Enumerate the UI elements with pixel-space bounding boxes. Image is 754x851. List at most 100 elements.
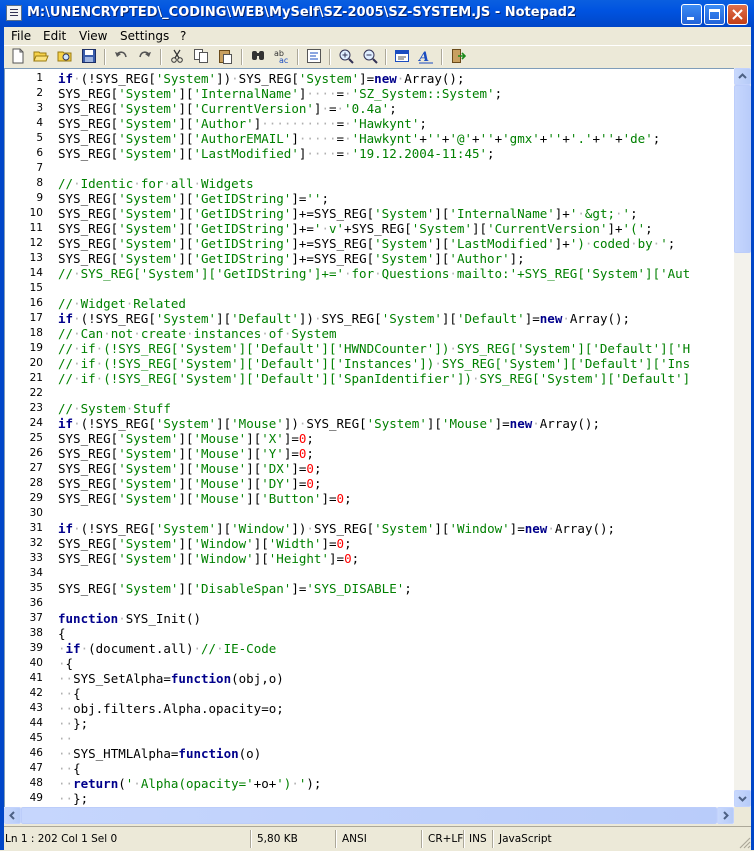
close-button[interactable] (727, 4, 748, 25)
scroll-right-button[interactable] (717, 807, 734, 824)
vertical-scrollbar[interactable] (734, 68, 751, 807)
zoom-out-button[interactable] (362, 48, 378, 64)
code-line[interactable]: 2 SYS_REG['System']['InternalName']····=·… (5, 86, 735, 101)
scheme-button[interactable] (394, 48, 410, 64)
line-number: 48 (29, 777, 43, 789)
code-line[interactable]: 23 //·System·Stuff (5, 401, 735, 416)
replace-button[interactable]: ab ac (274, 48, 290, 64)
horizontal-scrollbar[interactable] (4, 807, 734, 824)
line-number: 39 (29, 642, 43, 654)
code-line[interactable]: 37 function·SYS_Init() (5, 611, 735, 626)
code-line[interactable]: 22 (5, 386, 735, 401)
code-line[interactable]: 1 if·(!SYS_REG['System'])·SYS_REG['System… (5, 71, 735, 86)
maximize-button[interactable] (704, 4, 725, 25)
copy-button[interactable] (193, 48, 209, 64)
code-line[interactable]: 35 SYS_REG['System']['DisableSpan']='SYS_… (5, 581, 735, 596)
code-line[interactable]: 12 SYS_REG['System']['GetIDString']+=SYS_… (5, 236, 735, 251)
code-line[interactable]: 15 (5, 281, 735, 296)
code-line[interactable]: 11 SYS_REG['System']['GetIDString']+='·v'… (5, 221, 735, 236)
code-line[interactable]: 27 SYS_REG['System']['Mouse']['DX']=0; (5, 461, 735, 476)
code-line[interactable]: 21 //·if·(!SYS_REG['System']['Default']['… (5, 371, 735, 386)
code-line[interactable]: 38 { (5, 626, 735, 641)
code-line[interactable]: 40 ·{ (5, 656, 735, 671)
notepad-app-icon[interactable] (6, 5, 22, 21)
code-line[interactable]: 5 SYS_REG['System']['AuthorEMAIL']·····=·… (5, 131, 735, 146)
code-editor[interactable]: 1 if·(!SYS_REG['System'])·SYS_REG['System… (4, 68, 735, 807)
cut-button[interactable] (169, 48, 185, 64)
undo-button[interactable] (113, 48, 129, 64)
code-line[interactable]: 3 SYS_REG['System']['CurrentVersion']·=·'… (5, 101, 735, 116)
redo-button[interactable] (137, 48, 153, 64)
minimize-button[interactable] (681, 4, 702, 25)
status-insert-mode[interactable]: INS (469, 830, 487, 848)
menu-view[interactable]: View (79, 27, 107, 45)
zoom-in-icon (339, 49, 354, 64)
code-line[interactable]: 29 SYS_REG['System']['Mouse']['Button']=0… (5, 491, 735, 506)
code-line[interactable]: 46 ··SYS_HTMLAlpha=function(o) (5, 746, 735, 761)
horizontal-scroll-thumb[interactable] (21, 807, 717, 824)
code-line[interactable]: 41 ··SYS_SetAlpha=function(obj,o) (5, 671, 735, 686)
code-line[interactable]: 9 SYS_REG['System']['GetIDString']=''; (5, 191, 735, 206)
save-icon (82, 49, 96, 63)
code-line[interactable]: 17 if·(!SYS_REG['System']['Default'])·SYS… (5, 311, 735, 326)
code-line[interactable]: 18 //·Can·not·create·instances·of·System (5, 326, 735, 341)
paste-button[interactable] (217, 48, 233, 64)
code-line[interactable]: 45 ·· (5, 731, 735, 746)
zoom-in-button[interactable] (338, 48, 354, 64)
code-text: ··{ (58, 761, 81, 776)
menu-settings[interactable]: Settings (120, 27, 169, 45)
code-line[interactable]: 30 (5, 506, 735, 521)
code-line[interactable]: 8 //·Identic·for·all·Widgets (5, 176, 735, 191)
code-line[interactable]: 34 (5, 566, 735, 581)
code-line[interactable]: 19 //·if·(!SYS_REG['System']['Default']['… (5, 341, 735, 356)
code-line[interactable]: 20 //·if·(!SYS_REG['System']['Default']['… (5, 356, 735, 371)
exit-button[interactable] (450, 48, 466, 64)
font-button[interactable]: A (418, 48, 434, 64)
browse-button[interactable] (57, 48, 73, 64)
scroll-up-button[interactable] (734, 68, 751, 85)
code-line[interactable]: 16 //·Widget·Related (5, 296, 735, 311)
code-line[interactable]: 25 SYS_REG['System']['Mouse']['X']=0; (5, 431, 735, 446)
word-wrap-button[interactable] (306, 48, 322, 64)
code-line[interactable]: 4 SYS_REG['System']['Author']··········=·… (5, 116, 735, 131)
toolbar-separator (329, 49, 331, 65)
code-line[interactable]: 32 SYS_REG['System']['Window']['Width']=0… (5, 536, 735, 551)
code-line[interactable]: 42 ··{ (5, 686, 735, 701)
status-lexer[interactable]: JavaScript (499, 830, 552, 848)
line-number: 46 (29, 747, 43, 759)
save-button[interactable] (81, 48, 97, 64)
menu-file[interactable]: File (11, 27, 31, 45)
open-button[interactable] (33, 48, 49, 64)
code-line[interactable]: 48 ··return('·Alpha(opacity='+o+')·'); (5, 776, 735, 791)
code-line[interactable]: 28 SYS_REG['System']['Mouse']['DY']=0; (5, 476, 735, 491)
title-bar[interactable]: M:\UNENCRYPTED\_CODING\WEB\MySelf\SZ-200… (0, 0, 754, 27)
code-line[interactable]: 43 ··obj.filters.Alpha.opacity=o; (5, 701, 735, 716)
code-line[interactable]: 31 if·(!SYS_REG['System']['Window'])·SYS_… (5, 521, 735, 536)
menu-edit[interactable]: Edit (43, 27, 66, 45)
code-line[interactable]: 10 SYS_REG['System']['GetIDString']+=SYS_… (5, 206, 735, 221)
code-line[interactable]: 26 SYS_REG['System']['Mouse']['Y']=0; (5, 446, 735, 461)
code-line[interactable]: 36 (5, 596, 735, 611)
code-line[interactable]: 49 ··}; (5, 791, 735, 806)
code-line[interactable]: 14 //·SYS_REG['System']['GetIDString']+='… (5, 266, 735, 281)
code-line[interactable]: 33 SYS_REG['System']['Window']['Height']=… (5, 551, 735, 566)
resize-grip-icon[interactable] (738, 836, 751, 849)
scroll-left-button[interactable] (4, 807, 21, 824)
line-number: 45 (29, 732, 43, 744)
scroll-down-button[interactable] (734, 790, 751, 807)
find-button[interactable] (250, 48, 266, 64)
menu-help[interactable]: ? (180, 27, 186, 45)
code-line[interactable]: 24 if·(!SYS_REG['System']['Mouse'])·SYS_R… (5, 416, 735, 431)
code-line[interactable]: 44 ··}; (5, 716, 735, 731)
cut-icon (171, 49, 183, 63)
code-line[interactable]: 39 ·if·(document.all)·//·IE-Code (5, 641, 735, 656)
code-line[interactable]: 6 SYS_REG['System']['LastModified']····=·… (5, 146, 735, 161)
status-encoding[interactable]: ANSI (342, 830, 367, 848)
status-line-endings[interactable]: CR+LF (428, 830, 463, 848)
vertical-scroll-thumb[interactable] (734, 85, 751, 253)
new-file-button[interactable] (10, 48, 26, 64)
code-line[interactable]: 47 ··{ (5, 761, 735, 776)
code-line[interactable]: 13 SYS_REG['System']['GetIDString']+=SYS_… (5, 251, 735, 266)
code-line[interactable]: 7 (5, 161, 735, 176)
line-number: 44 (29, 717, 43, 729)
